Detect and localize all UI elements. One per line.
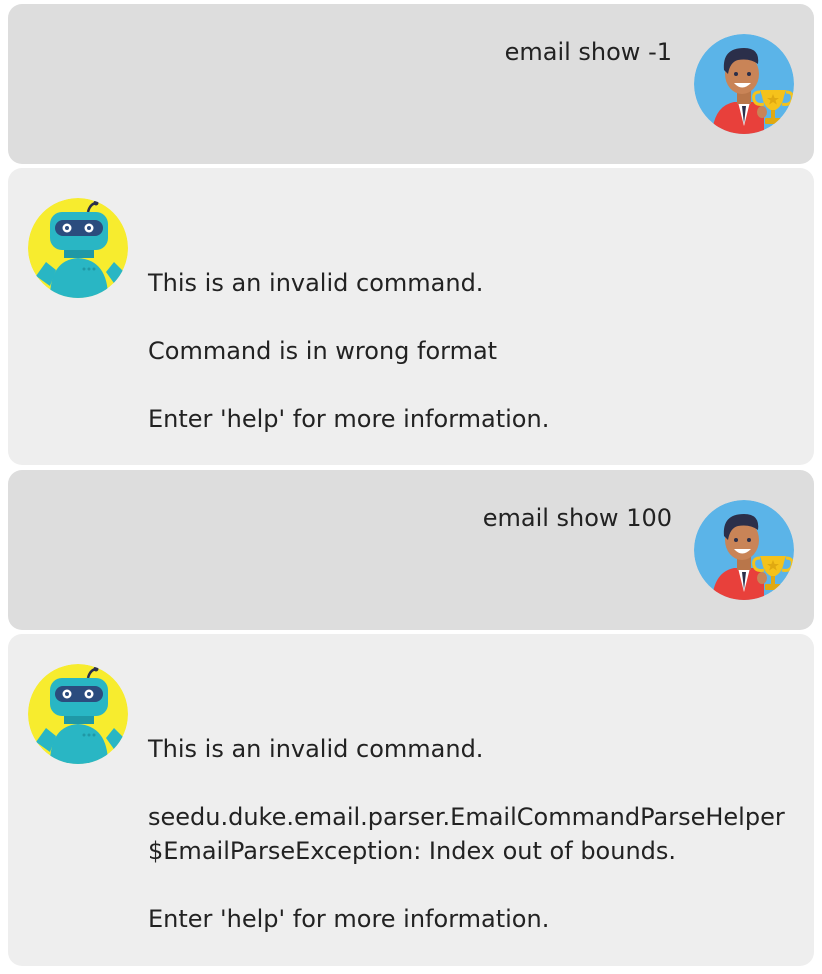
bot-message-line: Enter 'help' for more information.: [148, 905, 550, 933]
bot-message-text: This is an invalid command. seedu.duke.e…: [148, 732, 788, 936]
bot-message-line: This is an invalid command.: [148, 735, 484, 763]
user-message-bubble: email show 100: [8, 470, 814, 630]
user-message-text: email show 100: [482, 504, 672, 532]
bot-message-line: Command is in wrong format: [148, 337, 498, 365]
bot-message-line: seedu.duke.email.parser.EmailCommandPars…: [148, 803, 785, 865]
user-message-bubble: email show -1: [8, 4, 814, 164]
user-message-text: email show -1: [504, 38, 672, 66]
bot-message-bubble: This is an invalid command. Command is i…: [8, 168, 814, 465]
robot-avatar-icon: [28, 664, 128, 764]
chat-window: email show -1 This is an invalid command…: [0, 0, 822, 974]
bot-message-bubble: This is an invalid command. seedu.duke.e…: [8, 634, 814, 966]
bot-message-line: Enter 'help' for more information.: [148, 405, 550, 433]
bot-message-text: This is an invalid command. Command is i…: [148, 266, 788, 436]
bot-message-line: This is an invalid command.: [148, 269, 484, 297]
robot-avatar-icon: [28, 198, 128, 298]
user-avatar-icon: [694, 500, 794, 600]
user-avatar-icon: [694, 34, 794, 134]
